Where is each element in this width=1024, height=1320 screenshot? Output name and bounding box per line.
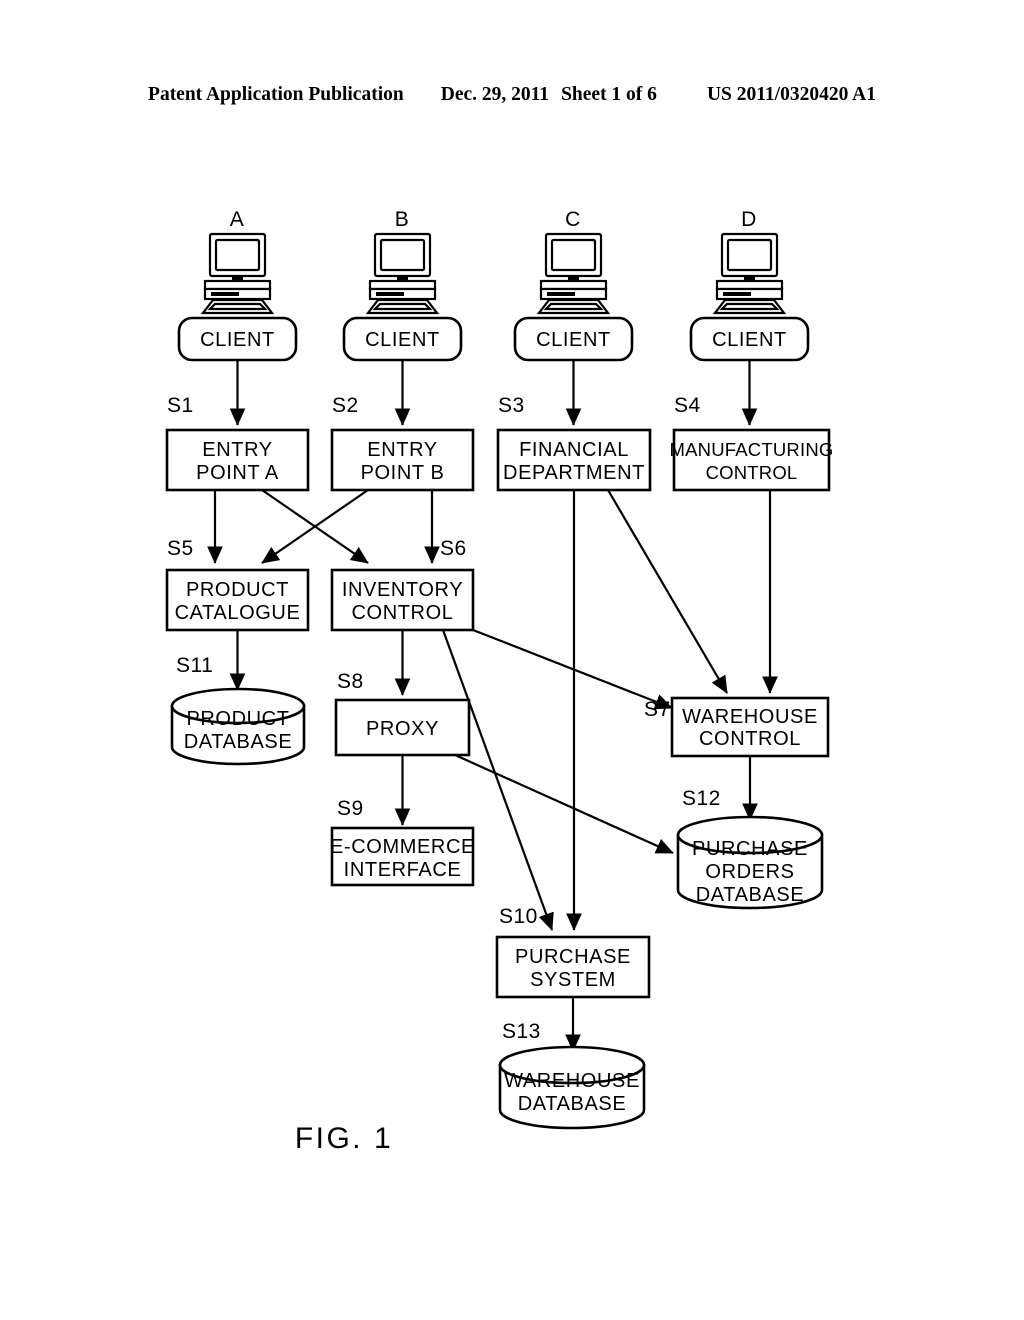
client-label-d: CLIENT: [712, 329, 787, 351]
proxy-line1: PROXY: [366, 718, 439, 740]
product-database-line2: DATABASE: [184, 731, 293, 753]
step-label-s6: S6: [440, 537, 467, 560]
client-label-c: CLIENT: [536, 329, 611, 351]
manufacturing-line1: MANUFACTURING: [670, 439, 834, 460]
node-entry-point-a[interactable]: ENTRY POINT A: [165, 428, 310, 492]
node-inventory-control[interactable]: INVENTORY CONTROL: [330, 568, 475, 632]
warehouse-control-line2: CONTROL: [699, 728, 801, 750]
product-database-line1: PRODUCT: [186, 708, 289, 730]
step-label-s10: S10: [499, 905, 538, 928]
entry-point-a-line1: ENTRY: [202, 439, 272, 461]
client-node-c[interactable]: CLIENT: [513, 316, 634, 362]
client-label-a: CLIENT: [200, 329, 275, 351]
warehouse-db-line2: DATABASE: [518, 1093, 627, 1115]
patent-figure-page: Patent Application Publication Dec. 29, …: [0, 0, 1024, 1320]
manufacturing-line2: CONTROL: [706, 462, 798, 483]
node-product-catalogue[interactable]: PRODUCT CATALOGUE: [165, 568, 310, 632]
client-node-d[interactable]: CLIENT: [689, 316, 810, 362]
ecommerce-line1: E-COMMERCE: [330, 836, 475, 858]
terminal-label-c: C: [565, 208, 581, 231]
step-label-s8: S8: [337, 670, 364, 693]
financial-line2: DEPARTMENT: [503, 462, 645, 484]
product-catalogue-line2: CATALOGUE: [175, 602, 301, 624]
step-label-s2: S2: [332, 394, 359, 417]
computer-icon-b: [365, 232, 440, 315]
entry-point-b-line2: POINT B: [361, 462, 445, 484]
purchase-system-line2: SYSTEM: [530, 969, 616, 991]
node-manufacturing-control[interactable]: MANUFACTURING CONTROL: [670, 428, 834, 492]
warehouse-db-line1: WAREHOUSE: [504, 1070, 640, 1092]
ecommerce-line2: INTERFACE: [344, 859, 462, 881]
computer-icon-c: [536, 232, 611, 315]
client-node-b[interactable]: CLIENT: [342, 316, 463, 362]
edge-financial-to-warehouse-control: [607, 489, 728, 694]
step-label-s11: S11: [176, 654, 213, 677]
node-financial-department[interactable]: FINANCIAL DEPARTMENT: [496, 428, 652, 492]
step-label-s13: S13: [502, 1020, 541, 1043]
step-label-s5: S5: [167, 537, 194, 560]
client-label-b: CLIENT: [365, 329, 440, 351]
purchase-db-line1: PURCHASE: [692, 838, 808, 860]
node-ecommerce-interface[interactable]: E-COMMERCE INTERFACE: [330, 826, 475, 887]
step-label-s4: S4: [674, 394, 701, 417]
terminal-label-d: D: [741, 208, 757, 231]
warehouse-control-line1: WAREHOUSE: [682, 706, 818, 728]
financial-line1: FINANCIAL: [519, 439, 629, 461]
node-entry-point-b[interactable]: ENTRY POINT B: [330, 428, 475, 492]
entry-point-a-line2: POINT A: [196, 462, 279, 484]
purchase-db-line3: DATABASE: [696, 884, 805, 906]
step-label-s3: S3: [498, 394, 525, 417]
purchase-system-line1: PURCHASE: [515, 946, 631, 968]
node-warehouse-control[interactable]: WAREHOUSE CONTROL: [670, 696, 830, 758]
node-purchase-system[interactable]: PURCHASE SYSTEM: [495, 935, 651, 999]
terminal-label-b: B: [395, 208, 410, 231]
edge-proxy-to-purchase-orders-db: [454, 753, 674, 855]
client-node-a[interactable]: CLIENT: [177, 316, 298, 362]
figure-caption: FIG. 1: [295, 1122, 393, 1155]
step-label-s7: S7: [644, 698, 671, 721]
node-proxy[interactable]: PROXY: [334, 698, 471, 757]
terminal-label-a: A: [230, 208, 245, 231]
figure-1-diagram: A B C D CLIENT CLIENT CLIENT CLIENT S1 E…: [165, 208, 834, 1155]
edge-inventory-control-to-warehouse-control: [472, 628, 673, 710]
computer-icon-a: [200, 232, 275, 315]
entry-point-b-line1: ENTRY: [367, 439, 437, 461]
purchase-db-line2: ORDERS: [705, 861, 794, 883]
step-label-s12: S12: [682, 787, 721, 810]
inventory-control-line2: CONTROL: [352, 602, 454, 624]
step-label-s1: S1: [167, 394, 194, 417]
node-purchase-orders-database[interactable]: PURCHASE ORDERS DATABASE: [676, 815, 824, 910]
node-warehouse-database[interactable]: WAREHOUSE DATABASE: [498, 1045, 646, 1130]
node-product-database[interactable]: PRODUCT DATABASE: [170, 687, 306, 766]
product-catalogue-line1: PRODUCT: [186, 579, 289, 601]
inventory-control-line1: INVENTORY: [342, 579, 463, 601]
step-label-s9: S9: [337, 797, 364, 820]
computer-icon-d: [712, 232, 787, 315]
